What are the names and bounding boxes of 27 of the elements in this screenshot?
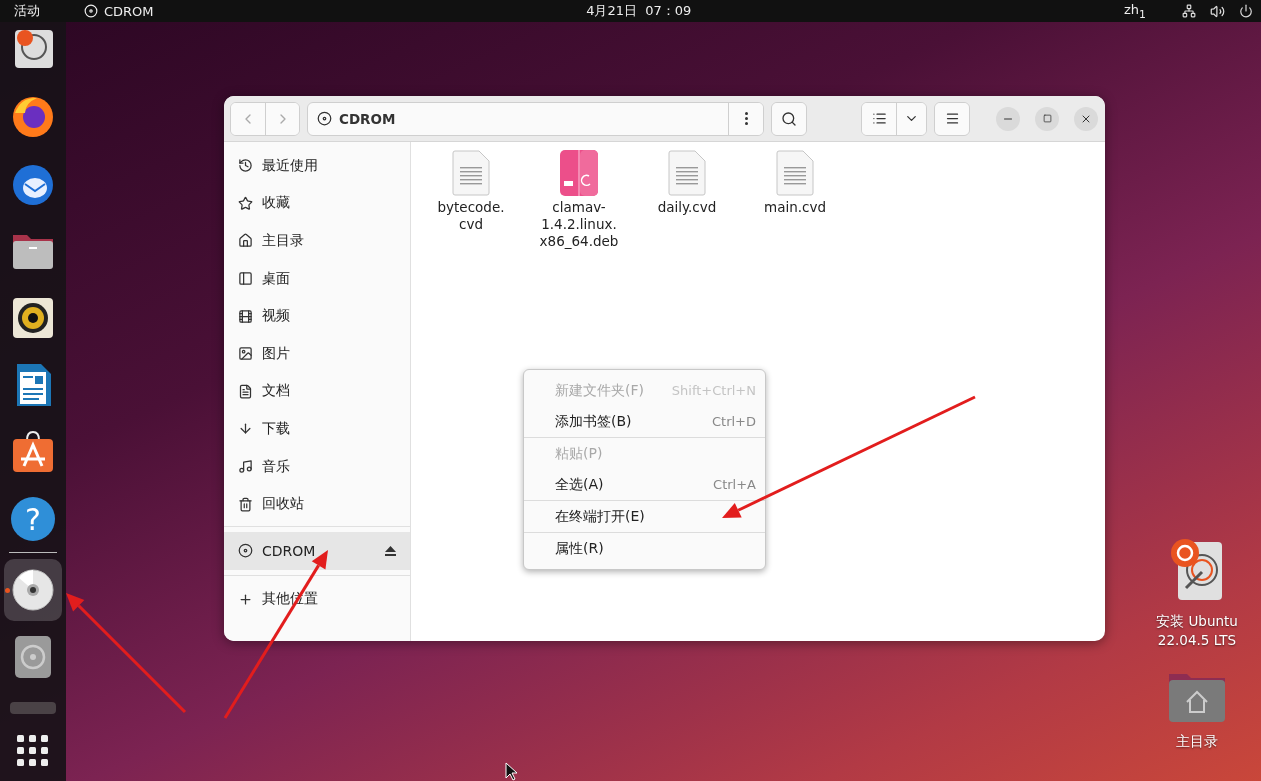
sidebar-item[interactable]: 音乐 xyxy=(224,447,410,486)
sidebar-item[interactable]: 回收站 xyxy=(224,485,410,523)
sidebar-item[interactable]: 桌面 xyxy=(224,259,410,298)
file-name[interactable]: daily.cvd xyxy=(657,199,717,216)
file-name[interactable]: main.cvd xyxy=(764,199,826,216)
menu-item[interactable]: 全选(A) Ctrl+A xyxy=(524,469,765,500)
app-menu[interactable]: CDROM xyxy=(104,3,154,19)
desktop-icon-label[interactable]: 主目录 xyxy=(1176,732,1218,751)
path-segment[interactable]: CDROM xyxy=(339,110,396,127)
file-name[interactable]: clamav- 1.4.2.linux. x86_64.deb xyxy=(539,199,619,250)
sidebar-item[interactable]: 主目录 xyxy=(224,222,410,260)
menu-item[interactable]: 添加书签(B) Ctrl+D xyxy=(524,406,765,437)
sidebar-item[interactable]: 下载 xyxy=(224,410,410,448)
menu-item[interactable]: 属性(R) xyxy=(524,533,765,564)
sidebar-item[interactable]: 最近使用 xyxy=(224,147,410,185)
desktop-icon-label[interactable]: 安装 Ubuntu 22.04.5 LTS xyxy=(1156,612,1238,650)
sidebar-item[interactable]: CDROM xyxy=(224,531,410,570)
sidebar-item[interactable]: 图片 xyxy=(224,334,410,373)
sidebar-item[interactable]: 收藏 xyxy=(224,184,410,223)
sidebar-item[interactable]: 文档 xyxy=(224,372,410,411)
path-bar[interactable]: CDROM xyxy=(307,101,764,136)
sidebar-item[interactable]: 视频 xyxy=(224,297,410,335)
file-name[interactable]: bytecode. cvd xyxy=(437,199,505,233)
activities-button[interactable]: 活动 xyxy=(14,2,40,20)
clock[interactable]: 4月21日 07：09 xyxy=(586,2,692,20)
input-method-indicator[interactable]: zh$_{1}$ xyxy=(1124,1,1146,21)
menu-item[interactable]: 在终端打开(E) xyxy=(524,501,765,532)
